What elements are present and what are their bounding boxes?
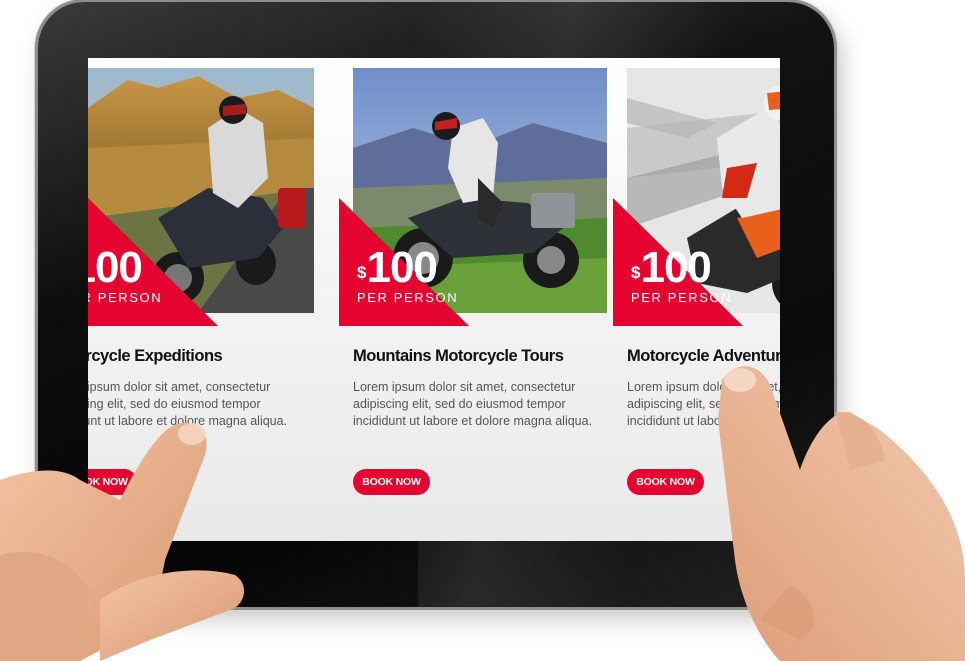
price-amount: $100 [631, 243, 712, 292]
price-unit: PER PERSON [631, 290, 733, 305]
tour-card-expeditions: $100 PER PERSON Motorcycle Expeditions L… [88, 58, 330, 541]
price-value: 100 [640, 243, 711, 292]
tour-title[interactable]: Motorcycle Expeditions [88, 347, 348, 366]
price-value: 100 [88, 243, 143, 292]
book-now-button[interactable]: BOOK NOW [88, 469, 137, 495]
tour-card-adventure: $100 PER PERSON Motorcycle Adventure Tou… [613, 58, 780, 541]
price-unit: PER PERSON [357, 290, 459, 305]
tour-title[interactable]: Motorcycle Adventure Tours [627, 347, 780, 366]
tour-description: Lorem ipsum dolor sit amet, consectetur … [627, 380, 780, 428]
price-value: 100 [366, 243, 437, 292]
price-currency: $ [631, 263, 641, 282]
price-amount: $100 [357, 243, 438, 292]
price-unit: PER PERSON [88, 290, 163, 305]
tour-description: Lorem ipsum dolor sit amet, consectetur … [88, 380, 288, 428]
tour-description: Lorem ipsum dolor sit amet, consectetur … [353, 380, 593, 428]
price-currency: $ [357, 263, 367, 282]
book-now-button[interactable]: BOOK NOW [353, 469, 430, 495]
tour-title[interactable]: Mountains Motorcycle Tours [353, 347, 653, 366]
tour-card-mountains: $100 PER PERSON Mountains Motorcycle Tou… [339, 58, 607, 541]
book-now-button[interactable]: BOOK NOW [627, 469, 704, 495]
tablet-screen: $100 PER PERSON Motorcycle Expeditions L… [88, 58, 780, 541]
price-amount: $100 [88, 243, 143, 292]
